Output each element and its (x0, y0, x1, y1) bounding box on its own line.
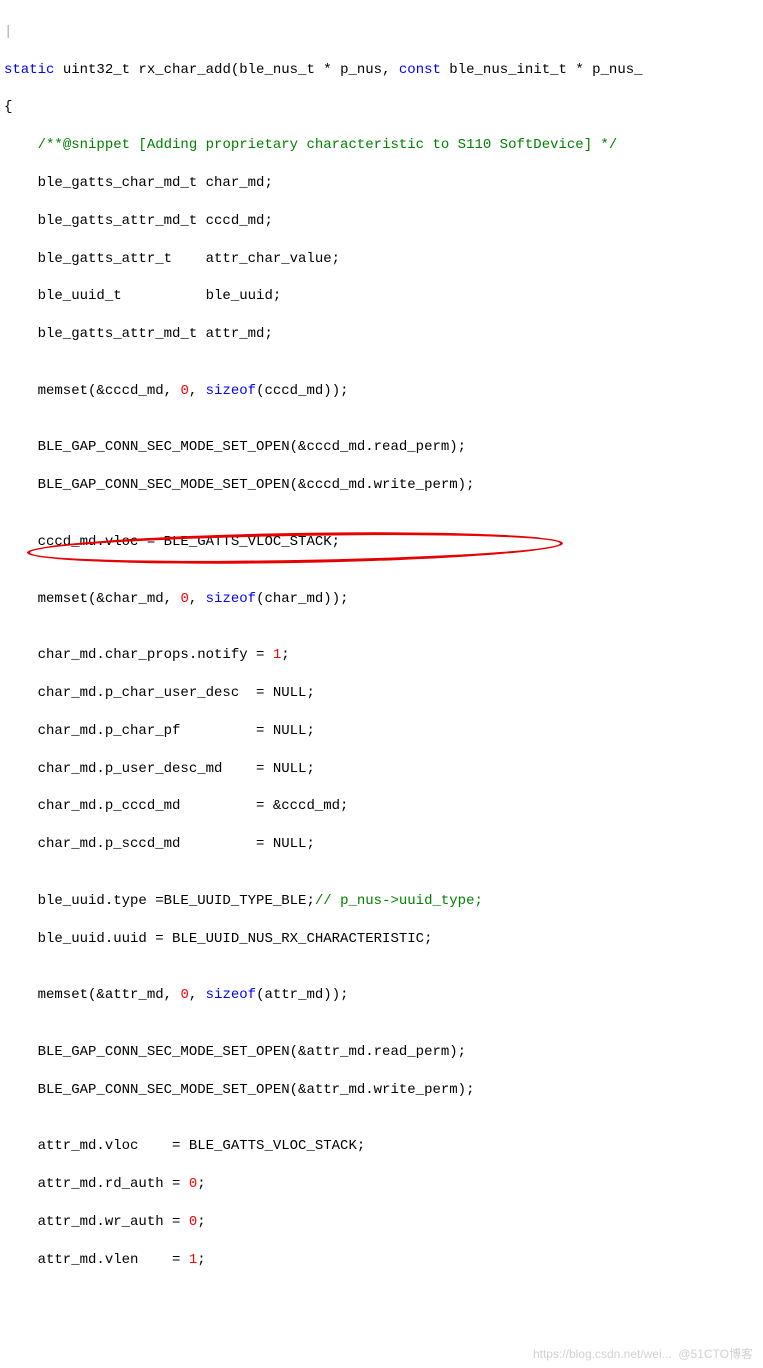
code-line: BLE_GAP_CONN_SEC_MODE_SET_OPEN(&cccd_md.… (4, 476, 763, 495)
code-text: , (189, 987, 206, 1003)
code-line: ble_uuid.uuid = BLE_UUID_NUS_RX_CHARACTE… (4, 930, 763, 949)
number-literal: 0 (180, 987, 188, 1003)
code-line: cccd_md.vloc = BLE_GATTS_VLOC_STACK; (4, 533, 763, 552)
code-text: , (189, 591, 206, 607)
code-line: ble_uuid_t ble_uuid; (4, 287, 763, 306)
code-line: BLE_GAP_CONN_SEC_MODE_SET_OPEN(&cccd_md.… (4, 438, 763, 457)
code-text: ble_uuid.type =BLE_UUID_TYPE_BLE; (4, 893, 315, 909)
code-text: attr_md.vlen = (4, 1252, 189, 1268)
code-text: ble_nus_init_t * p_nus_ (441, 62, 643, 78)
number-literal: 0 (180, 591, 188, 607)
keyword-sizeof: sizeof (206, 591, 256, 607)
code-text: (cccd_md)); (256, 383, 348, 399)
code-text: , (189, 383, 206, 399)
doc-comment: /**@snippet [Adding proprietary characte… (38, 137, 618, 153)
number-literal: 0 (189, 1214, 197, 1230)
code-line: char_md.p_cccd_md = &cccd_md; (4, 797, 763, 816)
code-line: char_md.p_char_user_desc = NULL; (4, 684, 763, 703)
code-line: ble_gatts_attr_md_t attr_md; (4, 325, 763, 344)
code-line: static uint32_t rx_char_add(ble_nus_t * … (4, 61, 763, 80)
code-line: /**@snippet [Adding proprietary characte… (4, 136, 763, 155)
code-line: BLE_GAP_CONN_SEC_MODE_SET_OPEN(&attr_md.… (4, 1081, 763, 1100)
keyword-static: static (4, 62, 54, 78)
code-line: char_md.char_props.notify = 1; (4, 646, 763, 665)
code-line: ble_gatts_char_md_t char_md; (4, 174, 763, 193)
code-line: char_md.p_char_pf = NULL; (4, 722, 763, 741)
code-text: ; (197, 1176, 205, 1192)
code-text: attr_md.wr_auth = (4, 1214, 189, 1230)
code-text: (char_md)); (256, 591, 348, 607)
code-line: { (4, 98, 763, 117)
code-text: attr_md.rd_auth = (4, 1176, 189, 1192)
code-line: char_md.p_sccd_md = NULL; (4, 835, 763, 854)
number-literal: 1 (189, 1252, 197, 1268)
code-block: | static uint32_t rx_char_add(ble_nus_t … (0, 0, 763, 1368)
cursor-mark: | (4, 24, 12, 40)
code-line: attr_md.wr_auth = 0; (4, 1213, 763, 1232)
keyword-const: const (399, 62, 441, 78)
watermark-text: https://blog.csdn.net/wei... @51CTO博客 (533, 1346, 753, 1362)
code-text: memset(&attr_md, (4, 987, 180, 1003)
code-text: char_md.char_props.notify = (4, 647, 273, 663)
code-line: memset(&char_md, 0, sizeof(char_md)); (4, 590, 763, 609)
code-text: ; (281, 647, 289, 663)
code-line: attr_md.vloc = BLE_GATTS_VLOC_STACK; (4, 1137, 763, 1156)
code-text: memset(&cccd_md, (4, 383, 180, 399)
code-text: (attr_md)); (256, 987, 348, 1003)
code-line: memset(&cccd_md, 0, sizeof(cccd_md)); (4, 382, 763, 401)
code-line: memset(&attr_md, 0, sizeof(attr_md)); (4, 986, 763, 1005)
inline-comment: // p_nus->uuid_type; (315, 893, 483, 909)
code-line: ble_gatts_attr_md_t cccd_md; (4, 212, 763, 231)
code-text: memset(&char_md, (4, 591, 180, 607)
number-literal: 0 (180, 383, 188, 399)
number-literal: 1 (273, 647, 281, 663)
keyword-sizeof: sizeof (206, 987, 256, 1003)
code-line: attr_md.vlen = 1; (4, 1251, 763, 1270)
number-literal: 0 (189, 1176, 197, 1192)
keyword-sizeof: sizeof (206, 383, 256, 399)
code-text: ; (197, 1252, 205, 1268)
indent (4, 137, 38, 153)
code-line: attr_md.rd_auth = 0; (4, 1175, 763, 1194)
code-line: char_md.p_user_desc_md = NULL; (4, 760, 763, 779)
code-line: ble_gatts_attr_t attr_char_value; (4, 250, 763, 269)
code-line: | (4, 23, 763, 42)
code-text: ; (197, 1214, 205, 1230)
code-text: uint32_t rx_char_add(ble_nus_t * p_nus, (54, 62, 398, 78)
code-line: BLE_GAP_CONN_SEC_MODE_SET_OPEN(&attr_md.… (4, 1043, 763, 1062)
code-line: ble_uuid.type =BLE_UUID_TYPE_BLE;// p_nu… (4, 892, 763, 911)
